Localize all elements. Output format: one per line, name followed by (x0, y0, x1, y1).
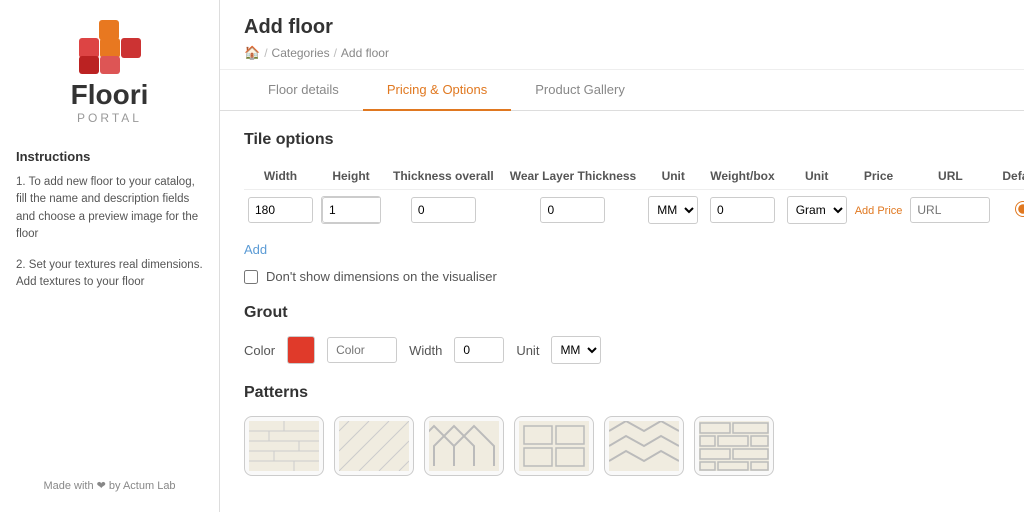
grout-section: Grout Color Width Unit MM CM IN (244, 304, 1000, 364)
tabs-bar: Floor details Pricing & Options Product … (220, 70, 1024, 111)
patterns-grid (244, 416, 1000, 476)
content-area: Tile options Width Height Thickness over… (220, 111, 1024, 496)
footer-text: Made with ❤ by Actum Lab (43, 480, 175, 492)
tab-pricing-options[interactable]: Pricing & Options (363, 70, 511, 111)
grout-row: Color Width Unit MM CM IN (244, 336, 1000, 364)
col-width: Width (244, 163, 317, 190)
breadcrumb-categories[interactable]: Categories (272, 46, 330, 60)
col-price: Price (851, 163, 907, 190)
grout-width-label: Width (409, 343, 442, 358)
breadcrumb-current: Add floor (341, 46, 389, 60)
sidebar-footer: Made with ❤ by Actum Lab (43, 479, 175, 492)
table-row: ▲ ▼ MM CM (244, 190, 1024, 231)
weight-input[interactable] (710, 197, 775, 223)
col-height: Height (317, 163, 385, 190)
thickness-input[interactable] (411, 197, 476, 223)
width-input[interactable] (248, 197, 313, 223)
height-spinner: ▲ ▼ (321, 196, 381, 224)
height-input[interactable] (322, 197, 381, 223)
patterns-section: Patterns (244, 384, 1000, 476)
weight-unit-select[interactable]: Gram Kg (787, 196, 847, 224)
col-unit2: Unit (783, 163, 851, 190)
page-title: Add floor (244, 16, 1000, 39)
pattern-2[interactable] (334, 416, 414, 476)
logo-name: Floori (71, 81, 149, 109)
instruction-2: 2. Set your textures real dimensions. Ad… (16, 257, 203, 292)
grout-unit-label: Unit (516, 343, 539, 358)
tab-floor-details[interactable]: Floor details (244, 70, 363, 111)
logo-icon (74, 20, 144, 75)
breadcrumb-sep2: / (334, 46, 337, 60)
pattern-4[interactable] (514, 416, 594, 476)
col-unit: Unit (644, 163, 702, 190)
pattern-6[interactable] (694, 416, 774, 476)
hide-dimensions-label: Don't show dimensions on the visualiser (266, 269, 497, 284)
grout-title: Grout (244, 304, 1000, 322)
home-icon[interactable]: 🏠 (244, 45, 260, 61)
default-radio[interactable] (1015, 201, 1024, 217)
wear-layer-input[interactable] (540, 197, 605, 223)
hide-dimensions-checkbox[interactable] (244, 270, 258, 284)
tab-product-gallery[interactable]: Product Gallery (511, 70, 649, 111)
add-row-link[interactable]: Add (244, 242, 267, 257)
patterns-title: Patterns (244, 384, 1000, 402)
unit-select[interactable]: MM CM IN (648, 196, 698, 224)
grout-width-input[interactable] (454, 337, 504, 363)
col-weight: Weight/box (702, 163, 782, 190)
tile-options-table: Width Height Thickness overall Wear Laye… (244, 163, 1024, 230)
pattern-1[interactable] (244, 416, 324, 476)
page-header: Add floor 🏠 / Categories / Add floor (220, 0, 1024, 70)
add-price-link[interactable]: Add Price (855, 205, 903, 217)
instructions-title: Instructions (16, 149, 203, 164)
breadcrumb: 🏠 / Categories / Add floor (244, 45, 1000, 61)
main-content: Add floor 🏠 / Categories / Add floor Flo… (220, 0, 1024, 512)
col-default: Default (994, 163, 1024, 190)
sidebar-instructions: Instructions 1. To add new floor to your… (16, 149, 203, 306)
color-label: Color (244, 343, 275, 358)
url-input[interactable] (910, 197, 990, 223)
breadcrumb-sep1: / (264, 46, 267, 60)
logo-portal: PORTAL (77, 111, 142, 125)
color-input[interactable] (327, 337, 397, 363)
sidebar: Floori PORTAL Instructions 1. To add new… (0, 0, 220, 512)
grout-unit-select[interactable]: MM CM IN (551, 336, 601, 364)
dimensions-checkbox-row: Don't show dimensions on the visualiser (244, 269, 1000, 284)
pattern-5[interactable] (604, 416, 684, 476)
logo-area: Floori PORTAL (71, 20, 149, 125)
col-thickness: Thickness overall (385, 163, 502, 190)
tile-options-title: Tile options (244, 131, 1000, 149)
color-swatch[interactable] (287, 336, 315, 364)
col-url: URL (906, 163, 994, 190)
instruction-1: 1. To add new floor to your catalog, fil… (16, 174, 203, 243)
col-wear-layer: Wear Layer Thickness (502, 163, 645, 190)
pattern-3[interactable] (424, 416, 504, 476)
